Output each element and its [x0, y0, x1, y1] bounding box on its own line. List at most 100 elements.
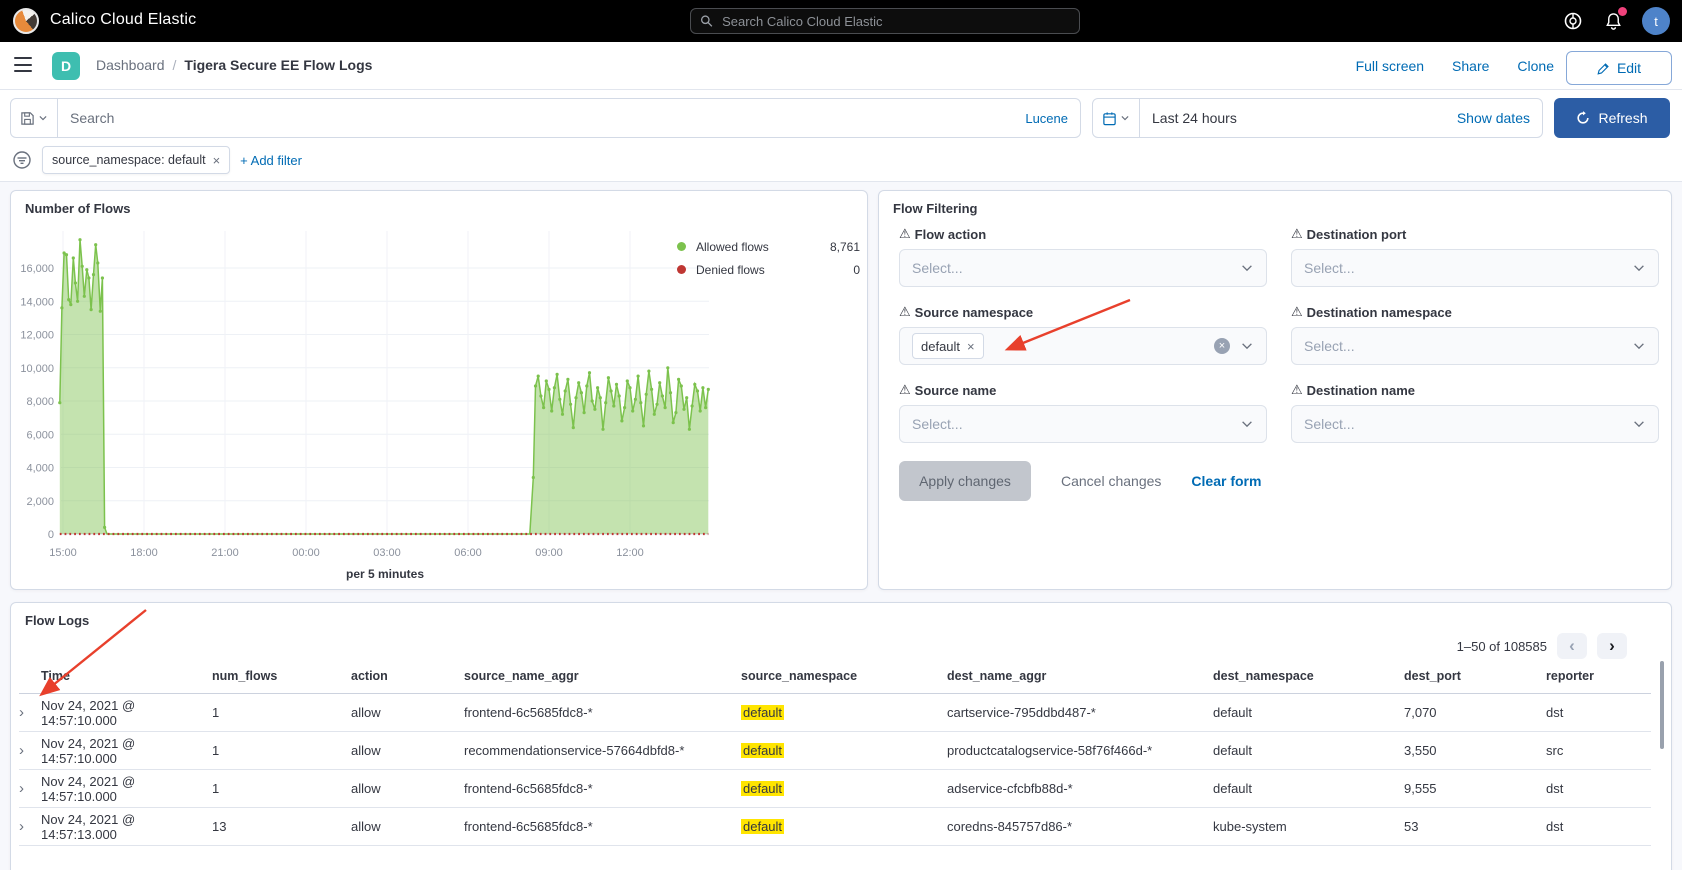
- filter-pill-source-namespace[interactable]: source_namespace: default ×: [42, 146, 230, 174]
- expand-row-icon[interactable]: ›: [19, 743, 41, 758]
- table-scrollbar[interactable]: [1660, 661, 1664, 749]
- time-range-value[interactable]: Last 24 hours: [1140, 110, 1445, 126]
- svg-text:14,000: 14,000: [20, 296, 54, 308]
- warning-icon: ⚠: [899, 382, 911, 398]
- chevron-down-icon: [1240, 339, 1254, 353]
- chevron-down-icon: [38, 113, 48, 123]
- warning-icon: ⚠: [1291, 226, 1303, 242]
- field-label: Flow action: [915, 227, 987, 242]
- select-destination-port[interactable]: Select...: [1291, 249, 1659, 287]
- logs-panel-title: Flow Logs: [25, 613, 89, 628]
- select-destination-namespace[interactable]: Select...: [1291, 327, 1659, 365]
- clear-selection-icon[interactable]: ×: [1214, 338, 1230, 354]
- global-search-input[interactable]: [720, 13, 1070, 30]
- cell-dest_namespace: kube-system: [1213, 819, 1404, 834]
- share-link[interactable]: Share: [1452, 58, 1489, 74]
- cell-action: allow: [351, 819, 464, 834]
- flow-filtering-form: ⚠Flow actionSelect...⚠Destination portSe…: [899, 225, 1659, 443]
- filter-icon[interactable]: [12, 150, 32, 170]
- expand-row-icon[interactable]: ›: [19, 781, 41, 796]
- save-icon: [20, 111, 35, 126]
- cell-Time: Nov 24, 2021 @ 14:57:10.000: [41, 698, 212, 728]
- calico-logo: [13, 8, 39, 34]
- menu-icon[interactable]: [14, 57, 32, 72]
- global-search[interactable]: [690, 8, 1080, 34]
- breadcrumb-separator: /: [173, 57, 177, 73]
- cell-dest_namespace: default: [1213, 705, 1404, 720]
- legend-value: 8,761: [830, 240, 860, 254]
- query-row: Lucene Last 24 hours Show dates: [10, 98, 1672, 138]
- svg-text:per 5 minutes: per 5 minutes: [346, 567, 424, 581]
- add-filter-link[interactable]: + Add filter: [240, 153, 302, 168]
- breadcrumb-dashboard[interactable]: Dashboard: [96, 57, 165, 73]
- calendar-icon: [1102, 111, 1117, 126]
- warning-icon: ⚠: [1291, 382, 1303, 398]
- user-avatar[interactable]: t: [1642, 7, 1670, 35]
- previous-page-button[interactable]: ‹: [1557, 633, 1587, 659]
- expand-row-icon[interactable]: ›: [19, 819, 41, 834]
- cell-source_namespace: default: [741, 705, 947, 720]
- cell-reporter: dst: [1546, 781, 1651, 796]
- cell-Time: Nov 24, 2021 @ 14:57:10.000: [41, 774, 212, 804]
- space-badge[interactable]: D: [52, 52, 80, 80]
- search-input[interactable]: [58, 110, 1013, 126]
- cell-Time: Nov 24, 2021 @ 14:57:10.000: [41, 736, 212, 766]
- svg-text:09:00: 09:00: [535, 547, 563, 559]
- cell-source_namespace: default: [741, 819, 947, 834]
- svg-text:4,000: 4,000: [26, 463, 54, 475]
- combo-source-namespace[interactable]: default××: [899, 327, 1267, 365]
- svg-text:06:00: 06:00: [454, 547, 482, 559]
- topbar-right: t: [1562, 0, 1670, 42]
- breadcrumb: Dashboard / Tigera Secure EE Flow Logs: [96, 57, 372, 73]
- apply-changes-button[interactable]: Apply changes: [899, 461, 1031, 501]
- selected-tag-default[interactable]: default×: [912, 333, 984, 359]
- notifications-bell-icon[interactable]: [1602, 10, 1624, 32]
- refresh-button[interactable]: Refresh: [1554, 98, 1670, 138]
- notification-dot: [1618, 7, 1627, 16]
- show-dates-link[interactable]: Show dates: [1445, 110, 1542, 126]
- edit-button[interactable]: Edit: [1566, 51, 1672, 85]
- svg-text:16,000: 16,000: [20, 263, 54, 275]
- cell-source_namespace: default: [741, 781, 947, 796]
- cell-num_flows: 1: [212, 705, 351, 720]
- query-language[interactable]: Lucene: [1013, 111, 1080, 126]
- legend-item[interactable]: Denied flows0: [677, 258, 860, 281]
- table-header-row: Timenum_flowsactionsource_name_aggrsourc…: [19, 659, 1651, 694]
- cell-action: allow: [351, 705, 464, 720]
- column-header-action: action: [351, 669, 464, 683]
- svg-text:12:00: 12:00: [616, 547, 644, 559]
- select-source-name[interactable]: Select...: [899, 405, 1267, 443]
- select-destination-name[interactable]: Select...: [1291, 405, 1659, 443]
- cell-reporter: src: [1546, 743, 1651, 758]
- flow-logs-table: Timenum_flowsactionsource_name_aggrsourc…: [19, 659, 1651, 846]
- expand-row-icon[interactable]: ›: [19, 705, 41, 720]
- dashboard-header: D Dashboard / Tigera Secure EE Flow Logs…: [0, 42, 1682, 90]
- number-of-flows-panel: Number of Flows 02,0004,0006,0008,00010,…: [10, 190, 868, 590]
- app-header: Calico Cloud Elastic: [0, 0, 1682, 42]
- cell-dest_port: 9,555: [1404, 781, 1546, 796]
- full-screen-link[interactable]: Full screen: [1356, 58, 1424, 74]
- field-label: Source namespace: [915, 305, 1034, 320]
- saved-query-button[interactable]: [11, 99, 58, 137]
- select-flow-action[interactable]: Select...: [899, 249, 1267, 287]
- cloud-deployment-icon[interactable]: [1562, 10, 1584, 32]
- field-label: Source name: [915, 383, 997, 398]
- pagination: 1–50 of 108585 ‹ ›: [1457, 633, 1627, 659]
- cell-num_flows: 1: [212, 743, 351, 758]
- clear-form-button[interactable]: Clear form: [1191, 473, 1261, 489]
- remove-filter-icon[interactable]: ×: [213, 153, 221, 168]
- clone-link[interactable]: Clone: [1517, 58, 1554, 74]
- cell-dest_name_aggr: cartservice-795ddbd487-*: [947, 705, 1213, 720]
- next-page-button[interactable]: ›: [1597, 633, 1627, 659]
- chevron-down-icon: [1240, 261, 1254, 275]
- calendar-button[interactable]: [1093, 99, 1140, 137]
- legend-item[interactable]: Allowed flows8,761: [677, 235, 860, 258]
- column-header-reporter: reporter: [1546, 669, 1651, 683]
- cancel-changes-button[interactable]: Cancel changes: [1061, 473, 1161, 489]
- query-bar: Lucene: [10, 98, 1081, 138]
- remove-tag-icon[interactable]: ×: [967, 339, 975, 354]
- table-row: ›Nov 24, 2021 @ 14:57:10.0001allowrecomm…: [19, 732, 1651, 770]
- field-label: Destination namespace: [1307, 305, 1452, 320]
- legend-dot: [677, 242, 686, 251]
- select-placeholder: Select...: [1304, 416, 1632, 432]
